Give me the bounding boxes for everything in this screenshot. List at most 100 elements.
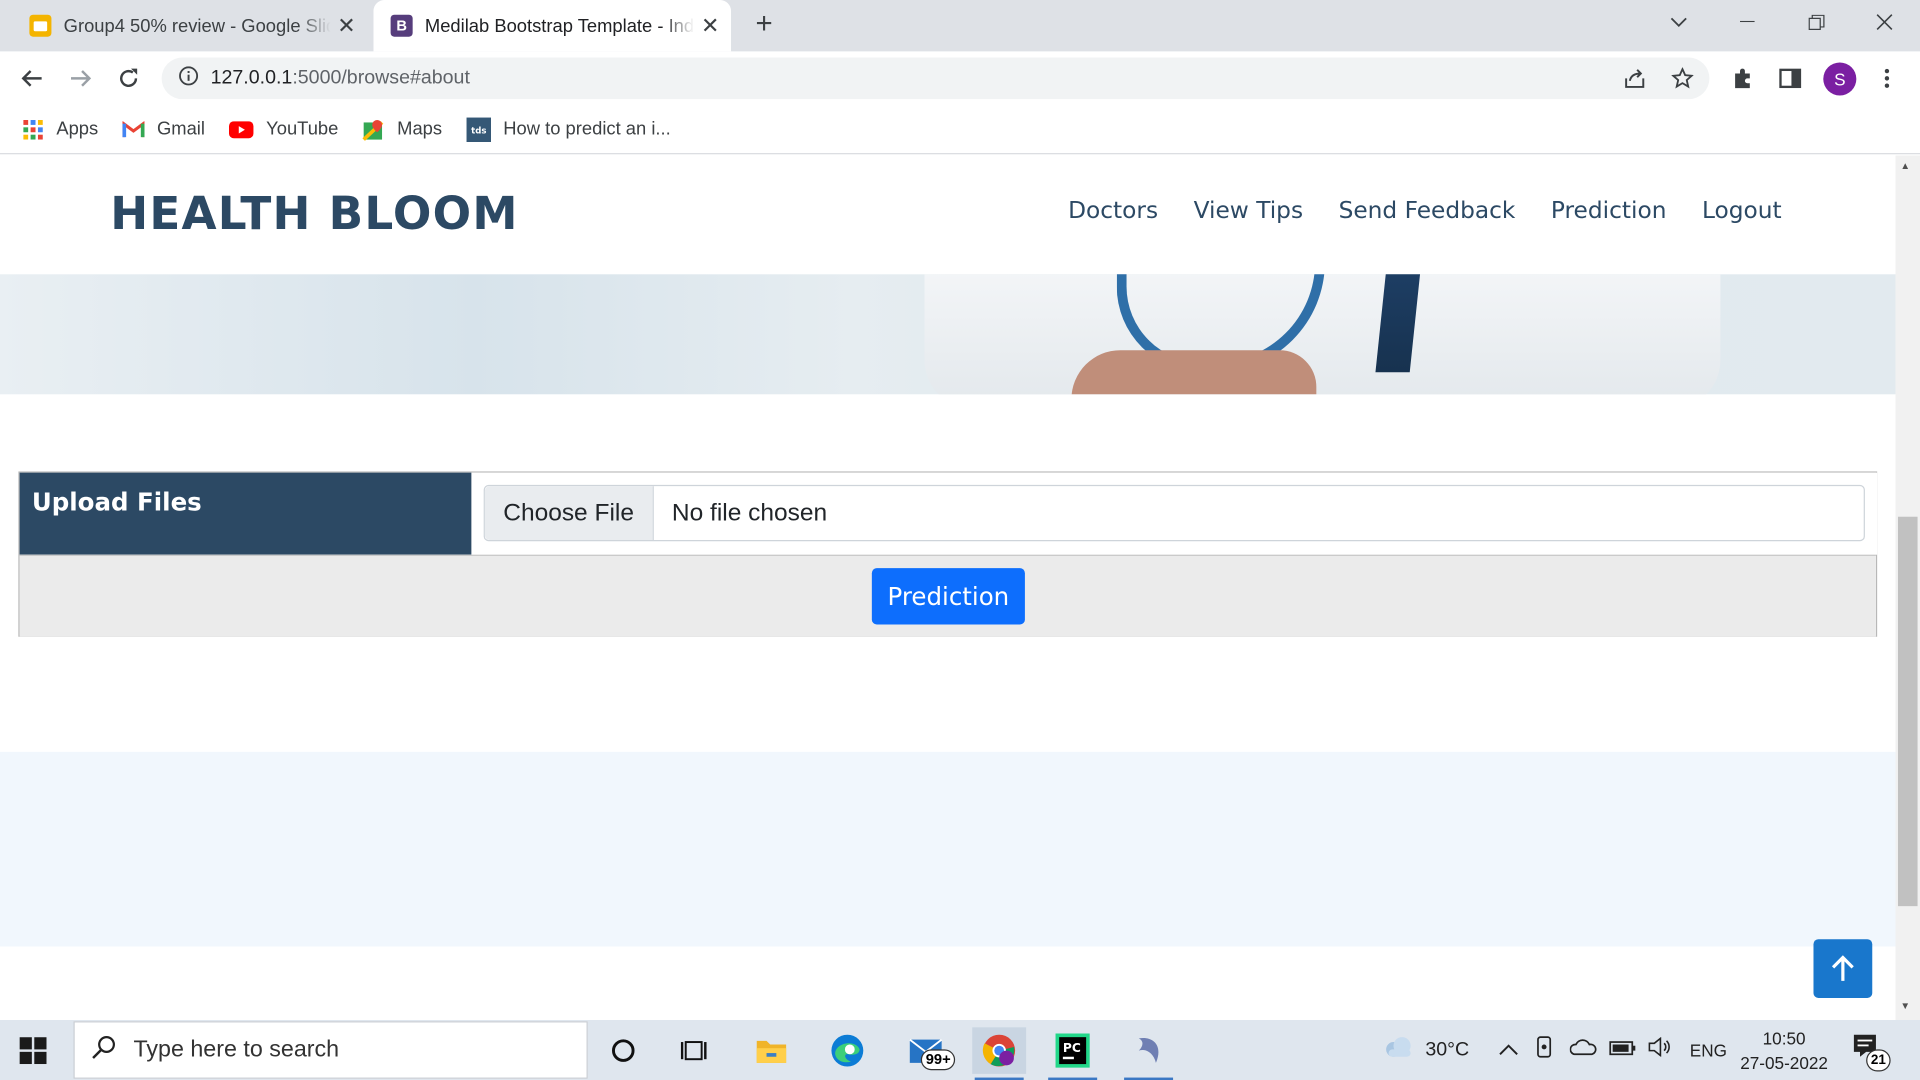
url-text: 127.0.0.1:5000/browse#about [210, 67, 470, 89]
tab-medilab[interactable]: B Medilab Bootstrap Template - Index ✕ [373, 0, 732, 52]
forward-button[interactable] [61, 59, 100, 98]
weather-widget[interactable]: 30°C [1381, 1020, 1469, 1080]
bootstrap-icon: B [390, 14, 413, 37]
weather-cloud-icon [1381, 1035, 1415, 1066]
scroll-up-arrow-icon[interactable]: ▲ [1900, 160, 1910, 171]
tab-title: Group4 50% review - Google Slides [63, 15, 331, 37]
chrome-menu-icon[interactable] [1870, 61, 1904, 95]
tray-icons: ENG [1499, 1020, 1727, 1080]
file-status-text: No file chosen [671, 498, 828, 526]
system-clock[interactable]: 10:50 27-05-2022 [1729, 1026, 1839, 1075]
bookmark-how-to-predict[interactable]: tds How to predict an i... [466, 116, 671, 142]
browser-tab-strip: Group4 50% review - Google Slides ✕ B Me… [0, 0, 1920, 52]
file-explorer-icon[interactable] [744, 1027, 798, 1074]
back-to-top-button[interactable] [1813, 939, 1873, 998]
svg-text:PC: PC [1063, 1041, 1081, 1055]
close-window-button[interactable] [1850, 0, 1919, 44]
prediction-button[interactable]: Prediction [871, 568, 1025, 625]
pycharm-icon[interactable]: PC [1046, 1027, 1100, 1080]
extensions-icon[interactable] [1725, 61, 1759, 95]
maps-icon [362, 118, 385, 141]
google-slides-icon [29, 14, 52, 37]
nav-logout[interactable]: Logout [1702, 197, 1782, 224]
tab-close-icon[interactable]: ✕ [331, 13, 363, 39]
bookmark-label: Apps [56, 118, 99, 140]
bookmark-gmail[interactable]: Gmail [122, 118, 205, 140]
apps-grid-icon [22, 118, 44, 140]
mail-icon[interactable]: 99+ [900, 1027, 956, 1074]
tab-close-icon[interactable]: ✕ [694, 13, 726, 39]
scroll-down-arrow-icon[interactable]: ▼ [1900, 1000, 1910, 1011]
tds-icon: tds [466, 116, 492, 142]
page-viewport: HEALTH BLOOM Doctors View Tips Send Feed… [0, 155, 1896, 1021]
nav-doctors[interactable]: Doctors [1068, 197, 1158, 224]
site-logo[interactable]: HEALTH BLOOM [110, 187, 519, 240]
bookmarks-bar: Apps Gmail YouTube Maps tds How to predi… [0, 105, 1920, 155]
task-view-icon[interactable] [669, 1027, 723, 1074]
onedrive-cloud-icon[interactable] [1569, 1038, 1597, 1061]
temperature-text: 30°C [1425, 1038, 1470, 1060]
bookmark-star-icon[interactable] [1665, 61, 1699, 95]
bookmark-youtube[interactable]: YouTube [229, 118, 338, 140]
cortana-icon[interactable] [596, 1027, 650, 1074]
new-tab-button[interactable]: + [747, 8, 781, 43]
bookmark-maps[interactable]: Maps [362, 118, 443, 141]
tab-google-slides[interactable]: Group4 50% review - Google Slides ✕ [12, 0, 367, 51]
battery-icon[interactable] [1609, 1039, 1636, 1061]
bookmark-label: YouTube [266, 118, 339, 140]
meet-now-icon[interactable] [1536, 1036, 1556, 1064]
doctor-hand-shape [1071, 350, 1317, 395]
clock-time: 10:50 [1762, 1028, 1806, 1049]
chrome-taskbar-icon[interactable] [972, 1027, 1027, 1080]
profile-avatar[interactable]: S [1823, 62, 1857, 96]
volume-icon[interactable] [1648, 1036, 1672, 1063]
search-icon [92, 1035, 116, 1066]
reload-button[interactable] [109, 59, 148, 98]
share-icon[interactable] [1618, 61, 1652, 95]
taskbar-search[interactable]: Type here to search [73, 1021, 588, 1079]
minimize-button[interactable] [1713, 0, 1782, 44]
side-panel-icon[interactable] [1773, 61, 1807, 95]
tab-search-chevron-icon[interactable] [1645, 0, 1714, 44]
nav-send-feedback[interactable]: Send Feedback [1339, 197, 1516, 224]
hero-doctor-image [0, 274, 1896, 395]
windows-start-icon[interactable] [19, 1037, 47, 1070]
main-nav: Doctors View Tips Send Feedback Predicti… [1033, 197, 1782, 224]
upload-form-table: Upload Files Choose File No file chosen … [18, 471, 1878, 637]
app-dolphin-icon[interactable] [1122, 1027, 1176, 1080]
upload-input-cell: Choose File No file chosen [471, 472, 1878, 555]
back-button[interactable] [12, 59, 51, 98]
restore-button[interactable] [1782, 0, 1851, 44]
tab-title: Medilab Bootstrap Template - Index [424, 15, 695, 37]
bookmark-label: How to predict an i... [503, 118, 671, 140]
show-hidden-icons-chevron-icon[interactable] [1499, 1039, 1519, 1061]
language-indicator[interactable]: ENG [1690, 1040, 1727, 1060]
address-bar[interactable]: 127.0.0.1:5000/browse#about [161, 57, 1710, 100]
clock-date: 27-05-2022 [1740, 1053, 1828, 1073]
notification-count-badge: 21 [1866, 1049, 1891, 1072]
arrow-up-icon [1831, 955, 1854, 981]
nav-prediction[interactable]: Prediction [1551, 197, 1667, 224]
notification-center-icon[interactable]: 21 [1851, 1032, 1891, 1072]
bookmark-apps[interactable]: Apps [22, 118, 98, 140]
file-input[interactable]: Choose File No file chosen [483, 484, 1865, 542]
gmail-icon [122, 118, 145, 140]
site-header: HEALTH BLOOM Doctors View Tips Send Feed… [0, 155, 1896, 275]
upload-files-label: Upload Files [19, 472, 472, 555]
site-info-icon[interactable] [179, 65, 199, 92]
bookmark-label: Maps [397, 118, 443, 140]
svg-text:tds: tds [471, 126, 486, 136]
nav-view-tips[interactable]: View Tips [1194, 197, 1303, 224]
choose-file-button[interactable]: Choose File [484, 486, 654, 541]
light-blue-section [0, 751, 1896, 947]
edge-browser-icon[interactable] [820, 1027, 874, 1074]
predict-row: Prediction [19, 554, 1876, 637]
mail-badge: 99+ [920, 1049, 956, 1071]
youtube-icon [229, 118, 254, 140]
page-scrollbar[interactable]: ▲ ▼ [1895, 155, 1920, 1021]
doctor-coat-shape [924, 274, 1721, 395]
scrollbar-thumb[interactable] [1897, 516, 1918, 907]
windows-taskbar: Type here to search 99+ PC 30°C ENG 10:5… [0, 1020, 1920, 1080]
search-placeholder: Type here to search [133, 1036, 340, 1063]
browser-toolbar: 127.0.0.1:5000/browse#about [0, 51, 1920, 106]
